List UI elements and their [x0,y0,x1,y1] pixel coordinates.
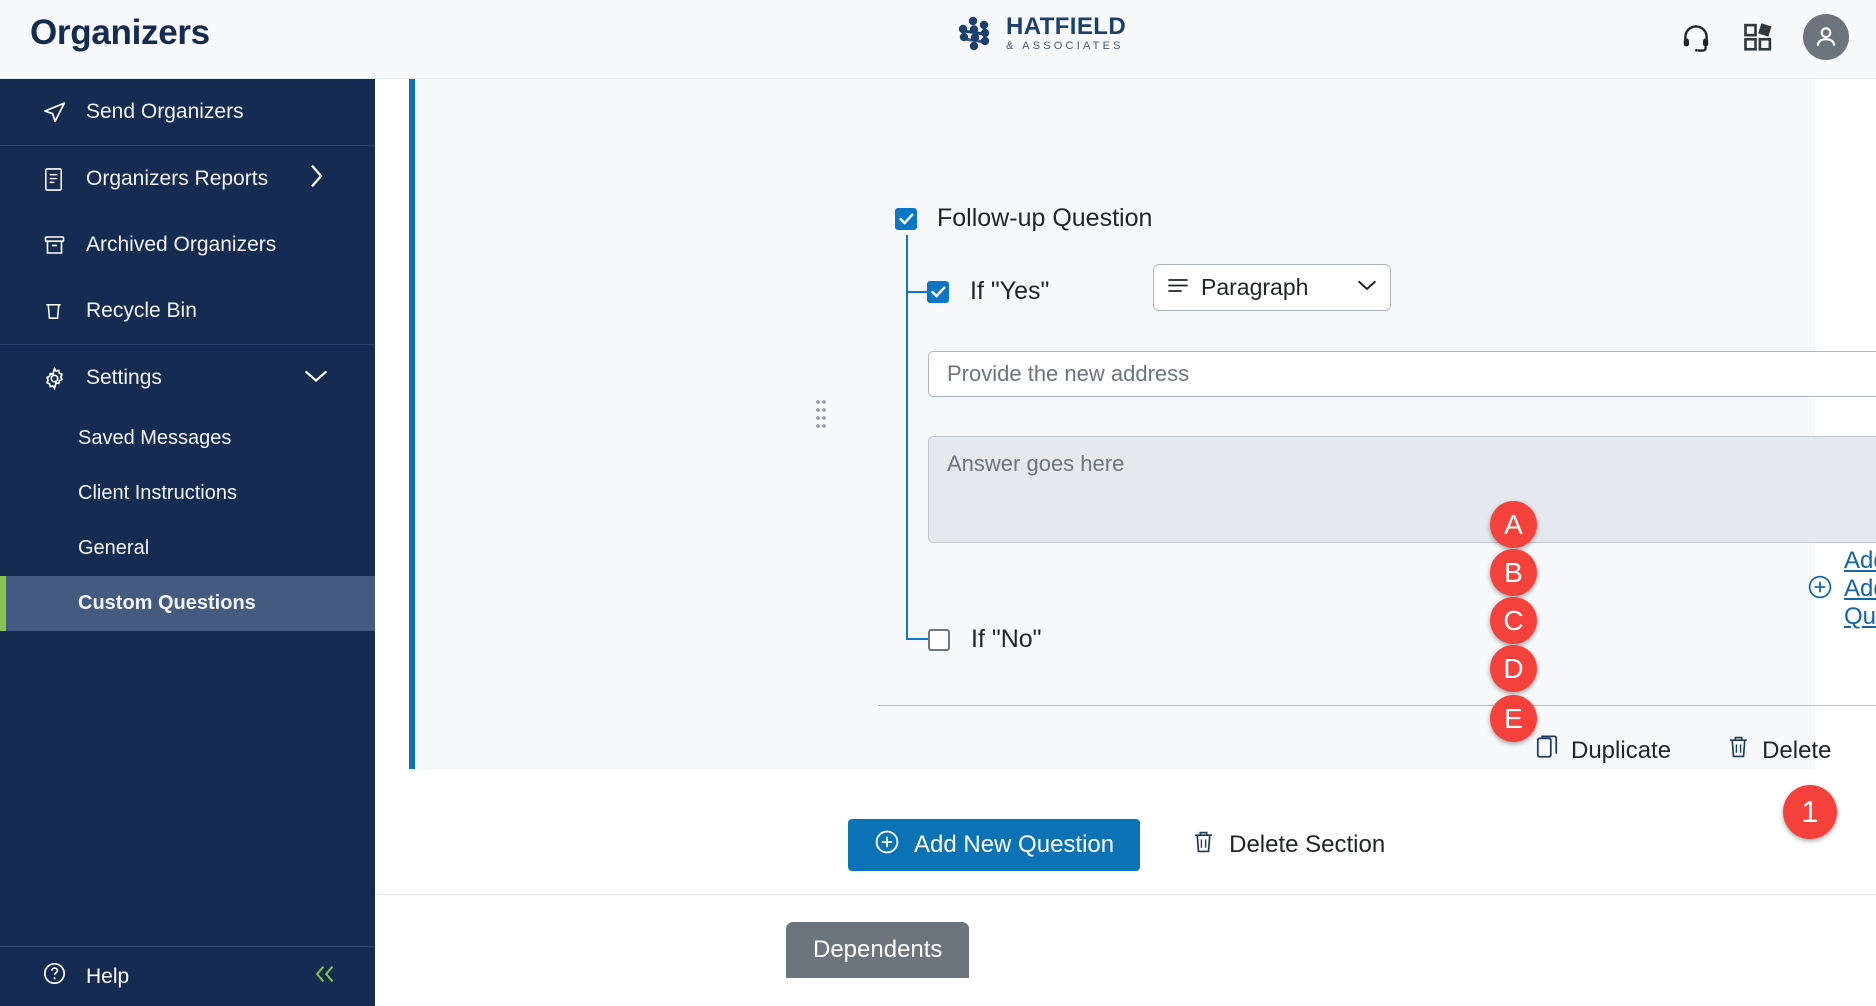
annotation-marker-c: C [1490,597,1537,644]
page-title: Organizers [30,13,210,53]
tree-connector-vertical [906,235,908,640]
user-icon [1813,24,1839,50]
sidebar-item-label: Recycle Bin [86,299,197,323]
add-additional-question-label: Add Additional Question [1844,547,1876,631]
main-content: Follow-up Question If "Yes" Paragraph Pr… [375,79,1876,1006]
logo-secondary-text: & ASSOCIATES [1006,41,1126,52]
annotation-marker-d: D [1490,645,1537,692]
if-no-row: If "No" [928,625,1042,654]
plus-circle-icon [874,829,900,862]
tab-dependents[interactable]: Dependents [786,922,969,978]
copy-icon [1535,734,1559,767]
if-no-label: If "No" [971,625,1042,654]
sidebar-item-label: Archived Organizers [86,233,276,257]
delete-question-label: Delete [1762,737,1831,765]
dependents-card [786,980,1876,1006]
sidebar-group-settings: Settings Saved Messages Client Instructi… [0,345,375,631]
sidebar-item-label: Organizers Reports [86,167,268,191]
sidebar-item-label: Send Organizers [86,100,244,124]
duplicate-question-button[interactable]: Duplicate [1535,734,1671,767]
if-no-checkbox[interactable] [928,629,950,651]
annotation-marker-e: E [1490,695,1537,742]
sidebar-item-archived-organizers[interactable]: Archived Organizers [0,212,375,278]
add-additional-question-link[interactable]: Add Additional Question [1807,547,1876,631]
sidebar-item-organizers-reports[interactable]: Organizers Reports [0,146,375,212]
if-yes-label: If "Yes" [970,277,1049,306]
trash-icon [1192,829,1215,862]
followup-question-label: Follow-up Question [937,204,1152,233]
annotation-marker-b: B [1490,549,1537,596]
avatar[interactable] [1803,14,1849,60]
sidebar-help-label: Help [86,965,129,989]
trash-bin-icon [42,299,72,323]
sidebar-item-recycle-bin[interactable]: Recycle Bin [0,278,375,344]
chevron-down-icon [303,366,329,390]
question-card [409,79,1815,769]
archive-box-icon [42,233,72,257]
apps-grid-icon[interactable] [1741,20,1775,54]
if-yes-checkbox[interactable] [927,281,949,303]
gear-icon [42,366,72,391]
sidebar-item-client-instructions[interactable]: Client Instructions [0,466,375,521]
delete-section-button[interactable]: Delete Section [1192,829,1385,862]
sidebar-subitem-label: General [78,537,149,560]
if-yes-row: If "Yes" [927,277,1049,306]
answer-textarea[interactable]: Answer goes here [928,436,1876,543]
sidebar-item-send-organizers[interactable]: Send Organizers [0,79,375,145]
top-bar: Organizers HATFIELD & ASSOCIATES [0,0,1876,79]
sidebar-item-general[interactable]: General [0,521,375,576]
sidebar-item-saved-messages[interactable]: Saved Messages [0,411,375,466]
duplicate-question-label: Duplicate [1571,737,1671,765]
answer-placeholder: Answer goes here [947,451,1124,476]
section-bottom-bar: Add New Question Delete Section [848,819,1385,871]
report-document-icon [42,167,72,192]
send-paper-plane-icon [42,100,72,125]
sidebar-item-settings[interactable]: Settings [0,345,375,411]
chevron-down-icon [1357,279,1377,297]
trash-icon [1727,734,1750,767]
add-new-question-label: Add New Question [914,831,1114,859]
headset-icon[interactable] [1679,20,1713,54]
sidebar: Send Organizers Organizers Reports [0,79,375,1006]
chevron-right-icon [308,163,325,195]
question-card-actions: Duplicate Delete [1535,734,1831,767]
logo-primary-text: HATFIELD [1006,15,1126,39]
plus-circle-icon [1807,574,1833,605]
network-nodes-icon [955,16,997,52]
card-bottom-divider [878,705,1876,706]
drag-handle[interactable] [815,399,825,427]
sidebar-subitem-label: Saved Messages [78,427,231,450]
section-separator [375,894,1876,895]
sidebar-item-help[interactable]: Help [0,946,375,1006]
sidebar-group-secondary: Organizers Reports Archived Organizers R… [0,146,375,345]
sidebar-subitem-label: Custom Questions [78,592,256,615]
answer-type-select[interactable]: Paragraph [1153,264,1391,311]
add-new-question-button[interactable]: Add New Question [848,819,1140,871]
followup-question-checkbox[interactable] [895,208,917,230]
sidebar-item-label: Settings [86,366,162,390]
sidebar-subitem-label: Client Instructions [78,482,237,505]
top-bar-actions [1679,14,1849,60]
followup-question-input[interactable]: Provide the new address [928,351,1876,397]
paragraph-lines-icon [1167,277,1189,299]
delete-question-button[interactable]: Delete [1727,734,1831,767]
annotation-marker-a: A [1490,501,1537,548]
annotation-marker-1: 1 [1783,785,1837,839]
question-circle-icon [42,961,72,992]
sidebar-group-primary: Send Organizers [0,79,375,146]
double-chevron-left-icon[interactable] [312,962,337,992]
sidebar-item-custom-questions[interactable]: Custom Questions [0,576,375,631]
delete-section-label: Delete Section [1229,831,1385,859]
followup-question-row: Follow-up Question [895,204,1152,233]
brand-logo: HATFIELD & ASSOCIATES [955,15,1126,52]
answer-type-value: Paragraph [1201,274,1357,301]
